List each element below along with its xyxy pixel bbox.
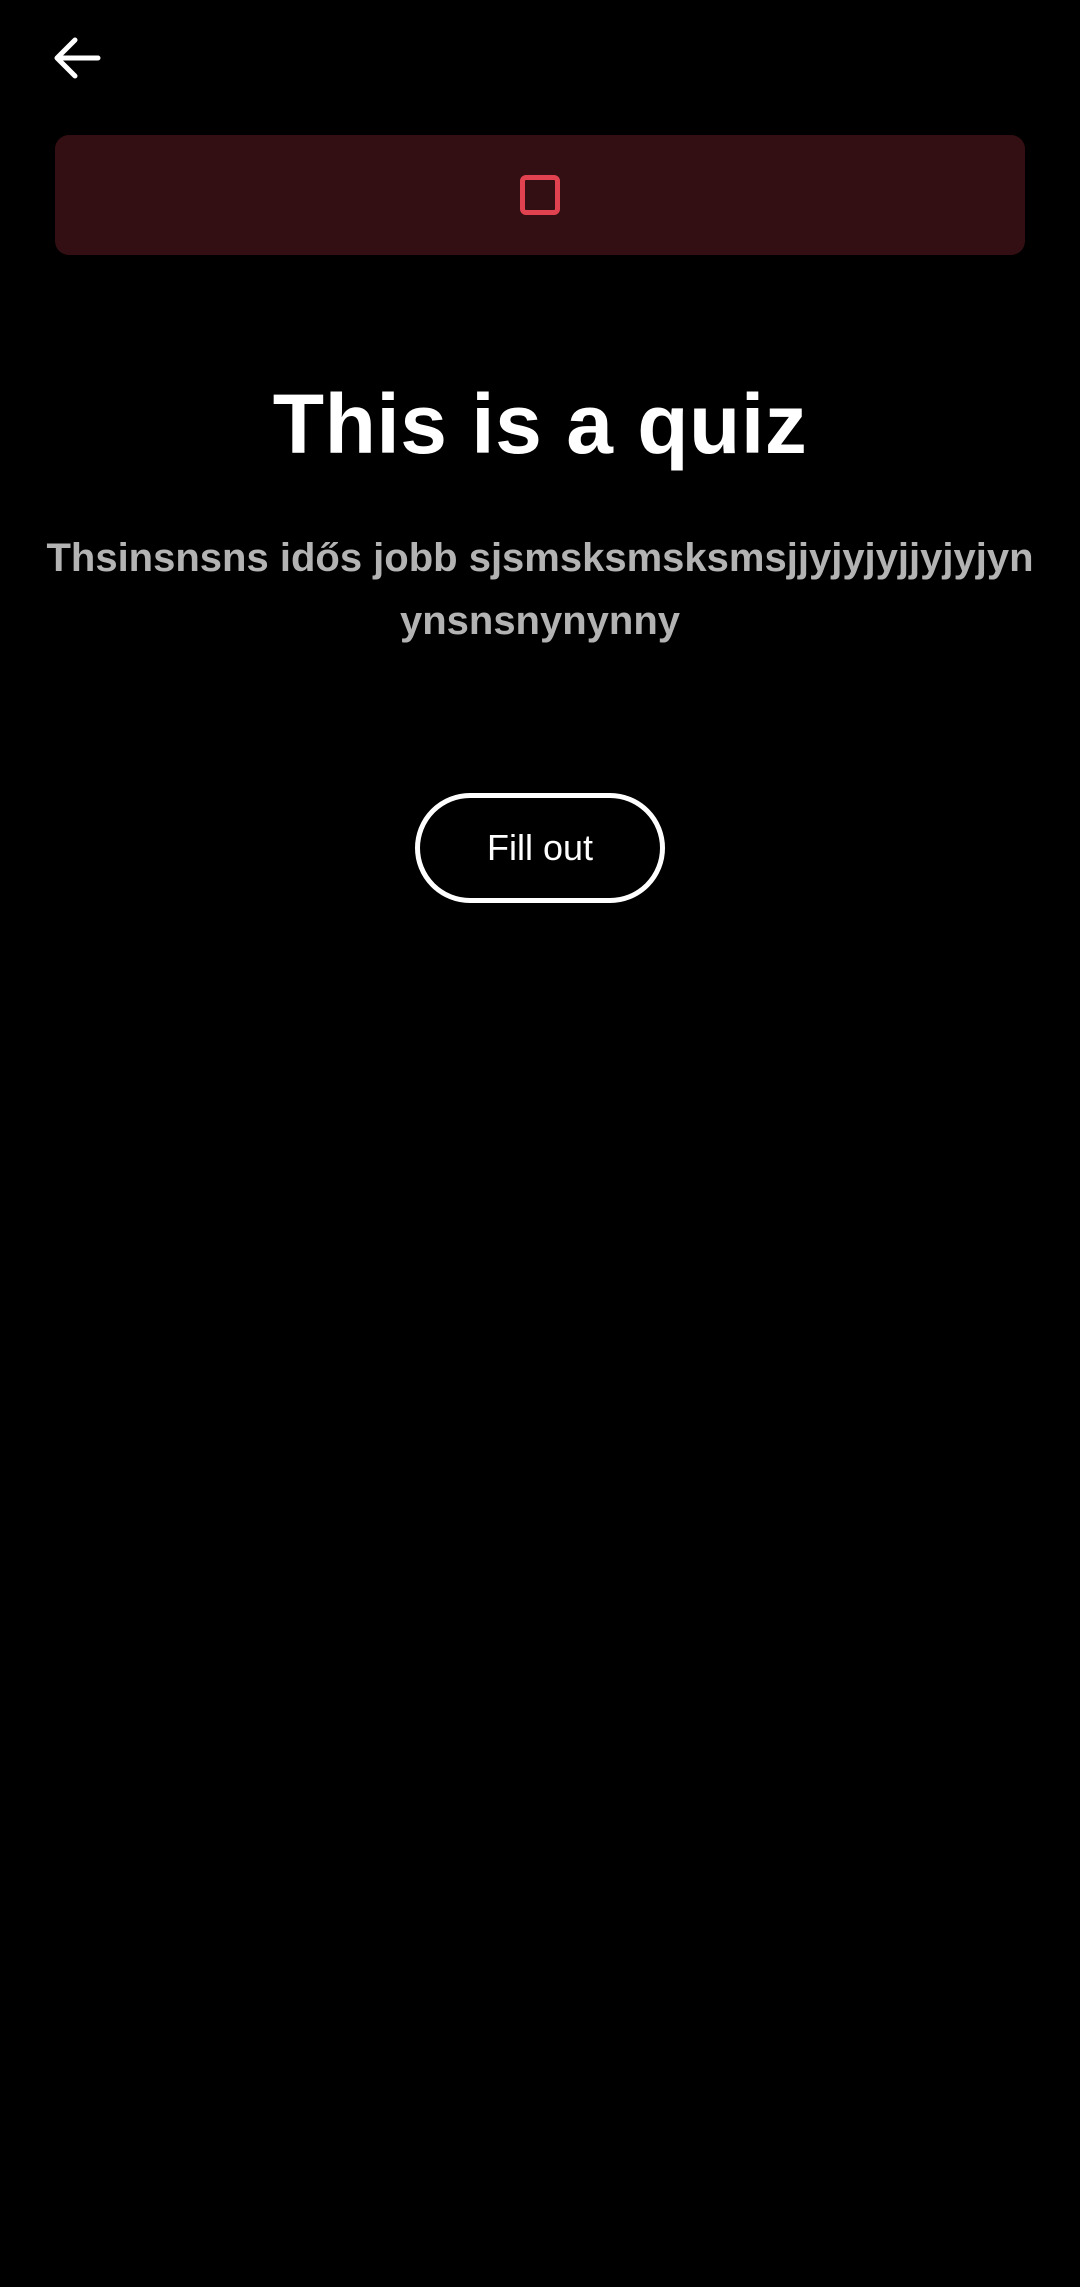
back-button[interactable]: [36, 22, 116, 94]
quiz-banner: [55, 135, 1025, 255]
quiz-description: Thsinsnsns idős jobb sjsmsksmsksmsjjyjyj…: [46, 536, 1034, 643]
fill-out-button[interactable]: Fill out: [415, 793, 665, 903]
square-outline-icon: [520, 175, 560, 215]
arrow-left-icon: [54, 37, 101, 79]
quiz-title: This is a quiz: [272, 377, 808, 471]
